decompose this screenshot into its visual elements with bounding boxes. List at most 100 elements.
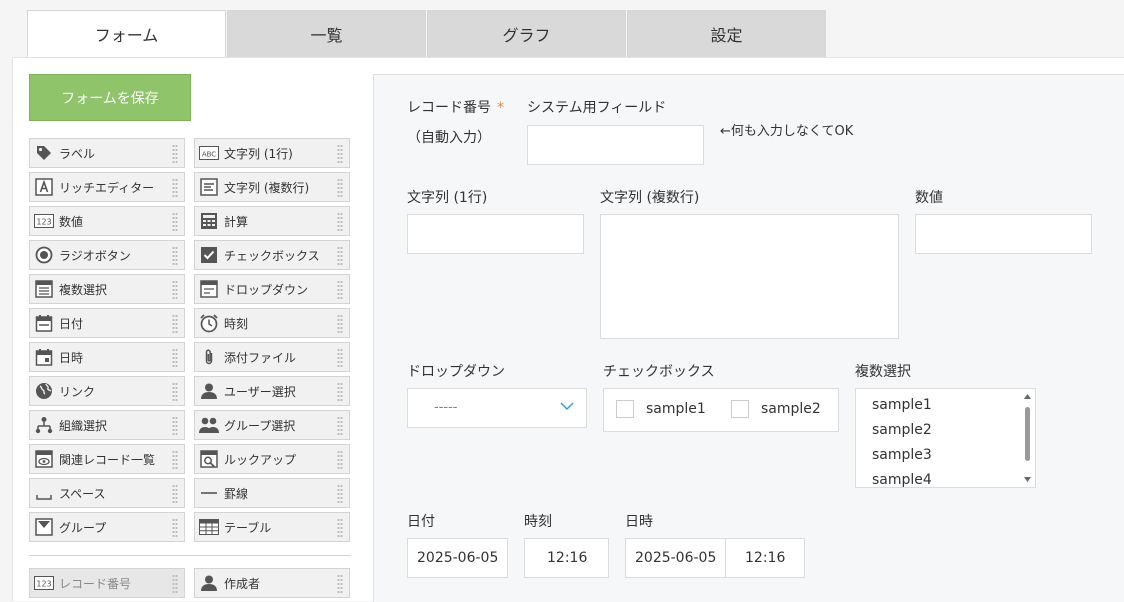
drag-handle-icon[interactable]: [172, 246, 178, 266]
drag-handle-icon[interactable]: [337, 348, 343, 368]
number-123-icon: 123: [34, 211, 54, 231]
date-icon: [34, 313, 54, 333]
drag-handle-icon[interactable]: [172, 382, 178, 402]
palette-item-date[interactable]: 日付: [29, 308, 185, 338]
drag-handle-icon[interactable]: [172, 518, 178, 538]
palette-item-checkbox[interactable]: チェックボックス: [194, 240, 350, 270]
tab-form[interactable]: フォーム: [27, 10, 226, 57]
datetime-date-input[interactable]: 2025-06-05: [625, 538, 726, 578]
palette-item-tag[interactable]: ラベル: [29, 138, 185, 168]
palette-item-rich-editor[interactable]: リッチエディター: [29, 172, 185, 202]
palette-item-abc[interactable]: ABC 文字列 (1行): [194, 138, 350, 168]
palette-item-user[interactable]: 作成者: [194, 568, 350, 598]
group-icon: [199, 415, 219, 435]
drag-handle-icon[interactable]: [337, 518, 343, 538]
drag-handle-icon[interactable]: [172, 348, 178, 368]
palette-item-label: 罫線: [224, 486, 249, 501]
palette-item-label: ルックアップ: [224, 452, 297, 467]
palette-item-calculator[interactable]: 計算: [194, 206, 350, 236]
palette-item-related-records[interactable]: 関連レコード一覧: [29, 444, 185, 474]
drag-handle-icon[interactable]: [172, 178, 178, 198]
auto-input-text: （自動入力）: [407, 130, 491, 146]
form-canvas: レコード番号 * （自動入力） システム用フィールド ←何も入力しなくてOK 文字…: [373, 74, 1124, 602]
palette-item-label: レコード番号: [59, 576, 132, 591]
radio-icon: [34, 245, 54, 265]
date-input[interactable]: 2025-06-05: [407, 538, 508, 578]
system-field-input[interactable]: [527, 125, 704, 165]
list-item[interactable]: sample2: [872, 422, 932, 438]
palette-item-multi-select[interactable]: 複数選択: [29, 274, 185, 304]
dropdown-select[interactable]: -----: [407, 388, 587, 428]
palette-item-number-123[interactable]: 123 数値: [29, 206, 185, 236]
multi-select-label: 複数選択: [855, 364, 911, 380]
palette-item-label: 計算: [224, 214, 249, 229]
drag-handle-icon[interactable]: [337, 574, 343, 594]
save-form-button[interactable]: フォームを保存: [29, 74, 191, 121]
text-multiline-input[interactable]: [600, 214, 899, 339]
list-item[interactable]: sample4: [872, 472, 932, 487]
drag-handle-icon[interactable]: [172, 280, 178, 300]
svg-text:123: 123: [36, 218, 51, 227]
palette-item-globe[interactable]: リンク: [29, 376, 185, 406]
palette-item-radio[interactable]: ラジオボタン: [29, 240, 185, 270]
palette-item-datetime[interactable]: 日時: [29, 342, 185, 372]
checkbox-square[interactable]: [616, 400, 634, 418]
org-icon: [34, 415, 54, 435]
checkbox-square[interactable]: [731, 400, 749, 418]
system-fields-grid: 123 レコード番号 作成者: [29, 568, 351, 598]
drag-handle-icon[interactable]: [172, 450, 178, 470]
palette-item-label: 日付: [59, 316, 84, 331]
palette-item-clock[interactable]: 時刻: [194, 308, 350, 338]
tab-settings[interactable]: 設定: [627, 10, 826, 57]
palette-item-label: 関連レコード一覧: [59, 452, 156, 467]
drag-handle-icon[interactable]: [172, 574, 178, 594]
palette-item-line[interactable]: 罫線: [194, 478, 350, 508]
palette-item-label: ラジオボタン: [59, 248, 131, 263]
list-item[interactable]: sample3: [872, 447, 932, 463]
palette-item-paperclip[interactable]: 添付ファイル: [194, 342, 350, 372]
palette-item-user[interactable]: ユーザー選択: [194, 376, 350, 406]
drag-handle-icon[interactable]: [337, 280, 343, 300]
checkbox-option[interactable]: sample2: [731, 400, 821, 418]
drag-handle-icon[interactable]: [337, 314, 343, 334]
clock-icon: [199, 313, 219, 333]
scrollbar[interactable]: [1023, 393, 1032, 483]
svg-text:ABC: ABC: [202, 151, 216, 159]
palette-item-lookup[interactable]: ルックアップ: [194, 444, 350, 474]
palette-item-number-123[interactable]: 123 レコード番号: [29, 568, 185, 598]
drag-handle-icon[interactable]: [172, 416, 178, 436]
multi-select-list[interactable]: sample1 sample2 sample3 sample4: [855, 388, 1036, 488]
drag-handle-icon[interactable]: [337, 416, 343, 436]
palette-item-group-box[interactable]: グループ: [29, 512, 185, 542]
palette-item-dropdown[interactable]: ドロップダウン: [194, 274, 350, 304]
palette-item-multiline-text[interactable]: 文字列 (複数行): [194, 172, 350, 202]
list-item[interactable]: sample1: [872, 397, 932, 413]
drag-handle-icon[interactable]: [337, 382, 343, 402]
datetime-time-input[interactable]: 12:16: [725, 538, 805, 578]
palette-item-space[interactable]: スペース: [29, 478, 185, 508]
datetime-label: 日時: [625, 514, 653, 530]
drag-handle-icon[interactable]: [172, 314, 178, 334]
palette-item-label: ラベル: [59, 146, 96, 161]
drag-handle-icon[interactable]: [337, 246, 343, 266]
palette-item-label: 時刻: [224, 316, 249, 331]
drag-handle-icon[interactable]: [172, 484, 178, 504]
tab-graph[interactable]: グラフ: [427, 10, 626, 57]
tab-list[interactable]: 一覧: [227, 10, 426, 57]
drag-handle-icon[interactable]: [337, 178, 343, 198]
checkbox-label: チェックボックス: [603, 364, 715, 380]
drag-handle-icon[interactable]: [172, 212, 178, 232]
time-input[interactable]: 12:16: [524, 538, 609, 578]
drag-handle-icon[interactable]: [172, 144, 178, 164]
drag-handle-icon[interactable]: [337, 450, 343, 470]
palette-item-group[interactable]: グループ選択: [194, 410, 350, 440]
palette-item-org[interactable]: 組織選択: [29, 410, 185, 440]
drag-handle-icon[interactable]: [337, 144, 343, 164]
palette-item-table[interactable]: テーブル: [194, 512, 350, 542]
text-single-line-label: 文字列 (1行): [407, 190, 488, 206]
text-single-line-input[interactable]: [407, 214, 584, 254]
drag-handle-icon[interactable]: [337, 484, 343, 504]
number-input[interactable]: [915, 214, 1092, 254]
drag-handle-icon[interactable]: [337, 212, 343, 232]
checkbox-option[interactable]: sample1: [616, 400, 706, 418]
